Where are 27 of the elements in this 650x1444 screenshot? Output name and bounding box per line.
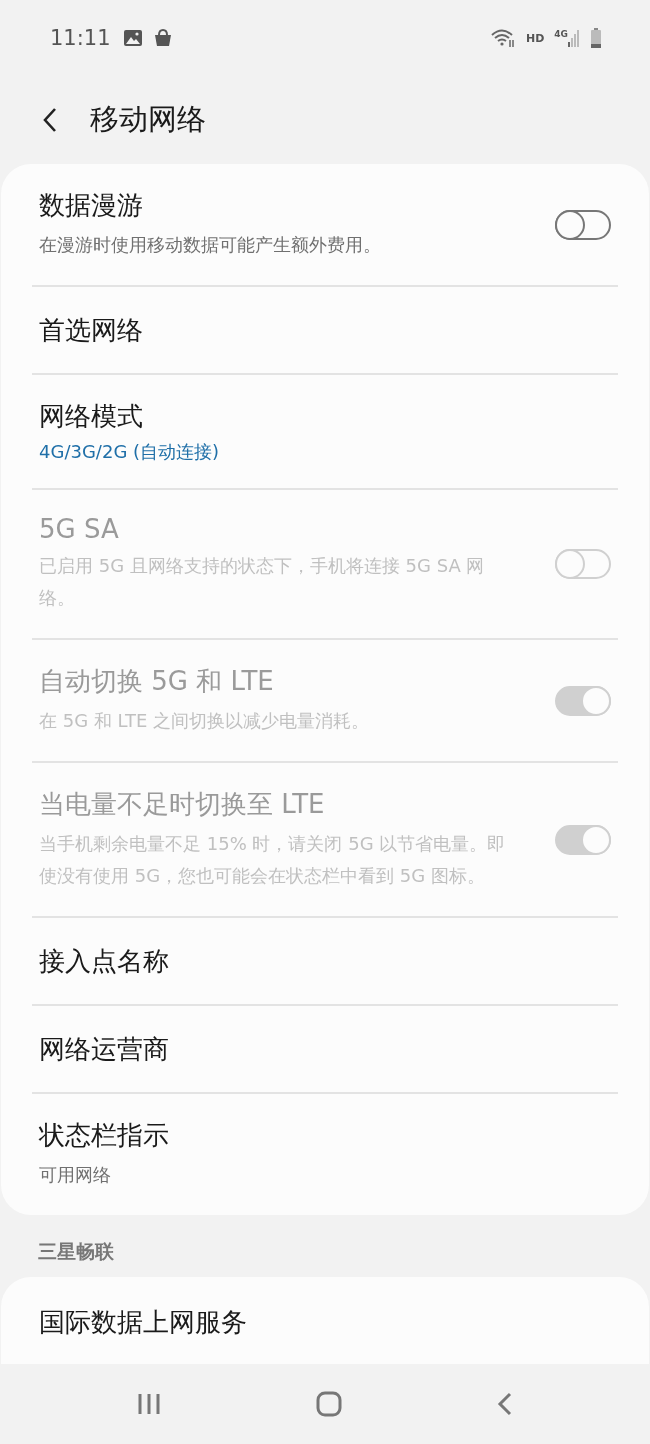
hd-indicator: HD [526,31,545,45]
setting-value: 4G/3G/2G (自动连接) [39,440,221,464]
setting-title[interactable]: 接入点名称 [39,943,611,979]
setting-description: 在漫游时使用移动数据可能产生额外费用。 [39,233,382,257]
setting-title[interactable]: 网络运营商 [39,1031,611,1067]
setting-title[interactable]: 数据漫游 [39,188,525,223]
setting-title[interactable]: 状态栏指示 [39,1118,611,1153]
clock: 11:11 [50,26,111,50]
setting-description: 在 5G 和 LTE 之间切换以减少电量消耗。 [39,709,371,733]
wifi-icon [490,28,516,48]
recents-icon[interactable] [137,1392,162,1416]
setting-title[interactable]: 国际数据上网服务 [39,1304,247,1340]
toggle-switch[interactable] [555,209,611,240]
setting-title[interactable]: 首选网络 [39,312,611,348]
setting-description: 可用网络 [39,1163,112,1187]
page-title: 移动网络 [90,101,206,138]
section-header: 三星畅联 [37,1239,115,1264]
battery-icon [590,28,602,48]
signal-icon [568,29,580,47]
setting-title[interactable]: 网络模式 [39,399,611,434]
back-icon[interactable] [42,107,58,133]
setting-description: 已启用 5G 且网络支持的状态下，手机将连接 5G SA 网络。 [39,554,486,610]
setting-description: 当手机剩余电量不足 15% 时，请关闭 5G 以节省电量。即使没有使用 5G，您也可能会在状态栏中看到 5G 图标。 [39,832,507,888]
network-type: 4G [554,29,568,39]
home-icon[interactable] [316,1391,342,1417]
image-icon [122,29,143,47]
shopping-bag-icon [152,28,173,48]
